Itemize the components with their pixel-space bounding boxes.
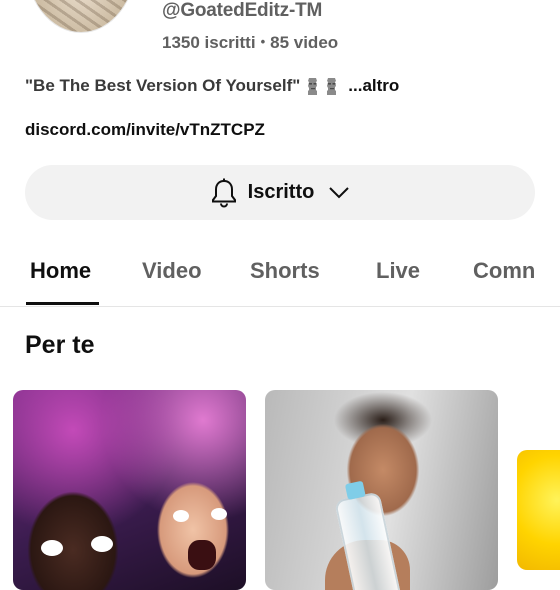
- stats-separator: •: [260, 34, 266, 49]
- subscribed-label: Iscritto: [247, 181, 315, 203]
- subscribed-button[interactable]: Iscritto: [25, 165, 535, 220]
- tab-community[interactable]: Comn: [473, 258, 535, 284]
- more-link[interactable]: ...altro: [348, 76, 399, 96]
- channel-avatar[interactable]: [26, 0, 136, 32]
- active-tab-indicator: [26, 302, 99, 305]
- thumbnail-detail: [211, 508, 227, 520]
- channel-stats: 1350 iscritti • 85 video: [162, 33, 338, 53]
- video-thumbnail[interactable]: [517, 450, 560, 570]
- thumbnail-detail: [91, 536, 113, 552]
- channel-description[interactable]: "Be The Best Version Of Yourself" ...alt…: [25, 76, 399, 96]
- thumbnail-detail: [173, 510, 189, 522]
- video-count: 85 video: [270, 33, 339, 52]
- video-thumbnail[interactable]: [13, 390, 246, 590]
- tab-video[interactable]: Video: [142, 258, 202, 284]
- subscriber-count: 1350 iscritti: [162, 33, 256, 52]
- channel-tabs: Home Video Shorts Live Comn: [0, 240, 560, 307]
- moai-icon: [325, 77, 338, 95]
- tab-live[interactable]: Live: [376, 258, 420, 284]
- channel-handle: @GoatedEditz-TM: [162, 0, 323, 21]
- tab-shorts[interactable]: Shorts: [250, 258, 320, 284]
- tab-home[interactable]: Home: [30, 258, 91, 284]
- bell-icon: [210, 178, 238, 208]
- description-text: "Be The Best Version Of Yourself": [25, 76, 301, 95]
- thumbnail-detail: [41, 540, 63, 556]
- section-title: Per te: [25, 331, 95, 359]
- moai-icon: [306, 77, 319, 95]
- channel-link[interactable]: discord.com/invite/vTnZTCPZ: [25, 120, 265, 140]
- video-thumbnail[interactable]: [265, 390, 498, 590]
- chevron-down-icon: [324, 186, 350, 200]
- thumbnail-detail: [188, 540, 216, 570]
